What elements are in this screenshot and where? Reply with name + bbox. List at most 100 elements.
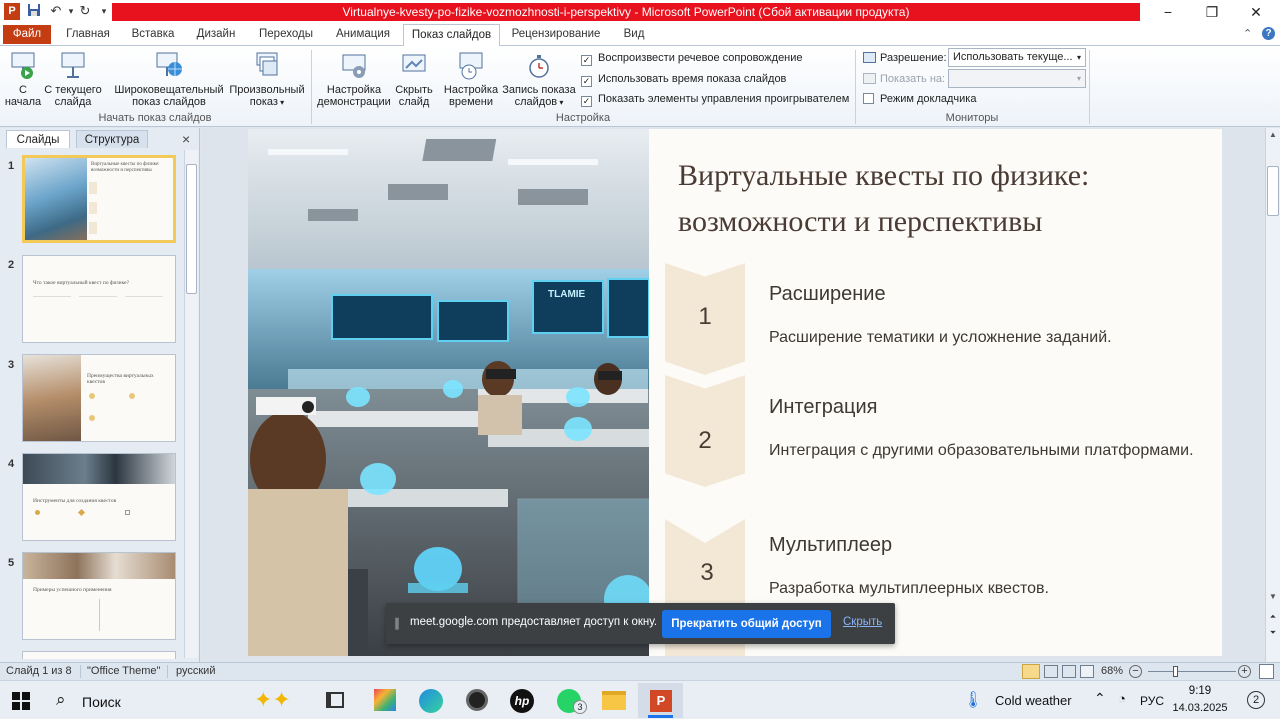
thumbnail-bullet (129, 393, 135, 399)
status-divider (167, 665, 168, 678)
minimize-ribbon-icon[interactable]: ⌃ (1243, 27, 1252, 40)
scrollbar-thumb[interactable] (1267, 166, 1279, 216)
item-text-3[interactable]: Разработка мультиплеерных квестов. (769, 580, 1049, 598)
undo-icon[interactable]: ↶ (48, 3, 64, 19)
scroll-up-icon[interactable]: ▲ (1266, 130, 1280, 139)
show-on-dropdown[interactable]: ▾ (948, 69, 1086, 88)
powerpoint-taskbar-active[interactable]: P (638, 683, 683, 718)
next-slide-icon[interactable]: ⏷ (1266, 628, 1280, 638)
minimize-button[interactable]: − (1146, 0, 1190, 24)
tab-review[interactable]: Рецензирование (506, 24, 606, 45)
slide-canvas[interactable]: TLAMIE Виртуальные квесты по физике: воз… (248, 129, 1222, 656)
tab-view[interactable]: Вид (614, 24, 654, 45)
from-current-button[interactable]: С текущего слайда (44, 51, 102, 108)
slides-pane-scrollbar[interactable] (184, 150, 198, 658)
rehearse-timings-button[interactable]: Настройка времени (440, 51, 502, 108)
slideshow-view-icon[interactable] (1080, 665, 1094, 678)
edge-browser-icon[interactable] (419, 689, 443, 713)
tab-file[interactable]: Файл (3, 25, 51, 44)
show-controls-checkbox[interactable]: ✓ Показать элементы управления проигрыват… (581, 92, 849, 107)
zoom-in-icon[interactable]: + (1238, 665, 1251, 678)
use-timings-checkbox[interactable]: ✓ Использовать время показа слайдов (581, 72, 786, 87)
item-text-1[interactable]: Расширение тематики и усложнение заданий… (769, 329, 1112, 347)
editor-scrollbar[interactable]: ▲ ▼ ⏶ ⏷ (1265, 128, 1280, 662)
zoom-slider-thumb[interactable] (1173, 666, 1178, 677)
task-view-icon[interactable] (326, 692, 344, 708)
zoom-out-icon[interactable]: − (1129, 665, 1142, 678)
close-button[interactable]: ✕ (1234, 0, 1278, 24)
clock-date[interactable]: 14.03.2025 (1170, 702, 1230, 714)
checkbox-checked-icon: ✓ (581, 96, 592, 107)
slide-title-line-2: возможности и перспективы (678, 205, 1043, 238)
chevron-up-icon[interactable]: ⌃ (1094, 690, 1106, 707)
item-text-2[interactable]: Интеграция с другими образовательными пл… (769, 442, 1194, 460)
notification-count[interactable]: 2 (1247, 691, 1265, 709)
hide-slide-button[interactable]: Скрыть слайд (394, 51, 434, 108)
from-start-button[interactable]: С начала (2, 51, 44, 108)
network-icon[interactable]: ◔ (1118, 691, 1126, 706)
scrollbar-thumb[interactable] (186, 164, 197, 294)
slide-title-line-1: Виртуальные квесты по физике: (678, 159, 1090, 192)
item-heading-2[interactable]: Интеграция (769, 396, 877, 419)
slide-sorter-icon[interactable] (1044, 665, 1058, 678)
help-icon[interactable]: ? (1262, 27, 1275, 40)
customize-quick-access-icon[interactable]: ▾ (96, 3, 112, 19)
slide-thumbnail-2[interactable]: Что такое виртуальный квест по физике? (22, 255, 176, 343)
slide-thumbnail-4[interactable]: Инструменты для создания квестов (22, 453, 176, 541)
camera-app-icon[interactable] (466, 689, 488, 711)
windows-start-icon[interactable] (12, 692, 30, 710)
clock-time[interactable]: 9:19 (1170, 685, 1230, 697)
restore-button[interactable]: ❐ (1190, 0, 1234, 24)
presenter-view-checkbox[interactable]: Режим докладчика (863, 92, 976, 106)
taskbar-search[interactable]: ⌕ Поиск ✦✦ (44, 684, 314, 717)
projector-play-icon (11, 52, 35, 79)
record-show-button[interactable]: Запись показа слайдов ▾ (502, 51, 576, 109)
slide-thumbnail-6[interactable] (22, 651, 176, 659)
slide-thumbnail-3[interactable]: Преимущества виртуальных квестов (22, 354, 176, 442)
hide-share-bar-link[interactable]: Скрыть (843, 616, 882, 628)
broadcast-label-1: Широковещательный (114, 84, 224, 96)
powerpoint-logo-icon[interactable]: P (4, 3, 20, 20)
save-icon[interactable] (26, 3, 42, 19)
whatsapp-badge: 3 (573, 700, 587, 714)
play-narrations-checkbox[interactable]: ✓ Воспроизвести речевое сопровождение (581, 51, 803, 66)
normal-view-icon[interactable] (1022, 664, 1040, 679)
tab-animation[interactable]: Анимация (328, 24, 398, 45)
weather-text[interactable]: Cold weather (995, 693, 1072, 708)
previous-slide-icon[interactable]: ⏶ (1266, 612, 1280, 622)
hp-app-icon[interactable]: hp (510, 689, 534, 713)
thumbnail-column (33, 296, 71, 314)
fit-to-window-icon[interactable] (1259, 664, 1274, 679)
tab-slides[interactable]: Слайды (6, 130, 70, 148)
rehearse-label-1: Настройка (443, 84, 499, 96)
thumbnail-image (23, 553, 175, 579)
input-language[interactable]: РУС (1140, 694, 1164, 708)
reading-view-icon[interactable] (1062, 665, 1076, 678)
redo-icon[interactable]: ↻ (77, 3, 93, 19)
tab-slideshow[interactable]: Показ слайдов (403, 24, 500, 46)
show-on-label: Показать на: (880, 73, 946, 85)
tab-home[interactable]: Главная (58, 24, 118, 45)
custom-show-button[interactable]: Произвольный показ ▾ (228, 51, 306, 109)
close-pane-icon[interactable]: × (182, 131, 190, 147)
slide-title[interactable]: Виртуальные квесты по физике: возможност… (678, 153, 1198, 245)
scroll-down-icon[interactable]: ▼ (1266, 592, 1280, 601)
drag-handle-icon[interactable]: ∥ (394, 616, 400, 630)
file-explorer-icon[interactable] (602, 691, 626, 710)
zoom-level[interactable]: 68% (1101, 663, 1123, 680)
tab-insert[interactable]: Вставка (124, 24, 182, 45)
stop-sharing-button[interactable]: Прекратить общий доступ (662, 610, 831, 638)
tab-outline[interactable]: Структура (76, 130, 148, 148)
slide-thumbnail-5[interactable]: Примеры успешного применения (22, 552, 176, 640)
resolution-dropdown[interactable]: Использовать текуще... ▾ (948, 48, 1086, 67)
tab-design[interactable]: Дизайн (188, 24, 244, 45)
slide-thumbnail-1[interactable]: Виртуальные квесты по физике: возможност… (22, 155, 176, 243)
zoom-slider-track[interactable] (1148, 671, 1236, 672)
broadcast-button[interactable]: Широковещательный показ слайдов (110, 51, 228, 108)
photos-app-icon[interactable] (374, 689, 396, 711)
item-heading-3[interactable]: Мультиплеер (769, 534, 892, 557)
item-heading-1[interactable]: Расширение (769, 283, 886, 306)
setup-show-button[interactable]: Настройка демонстрации (314, 51, 394, 108)
language-indicator[interactable]: русский (176, 663, 215, 680)
tab-transitions[interactable]: Переходы (250, 24, 322, 45)
